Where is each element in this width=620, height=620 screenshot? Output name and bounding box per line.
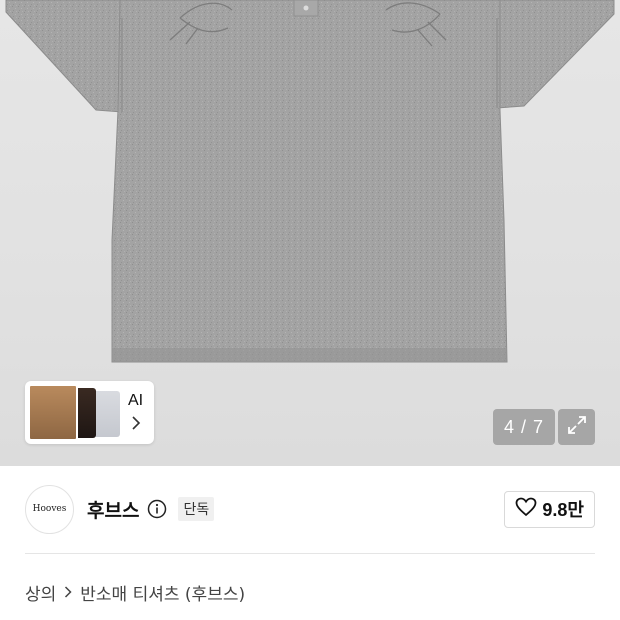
product-image-gallery[interactable]: AI 4 / 7 [0,0,620,466]
breadcrumb-item-subcategory[interactable]: 반소매 티셔츠 (후브스) [80,580,245,605]
ai-thumbnail-1 [28,384,78,441]
info-icon[interactable] [147,499,167,519]
ai-styling-card[interactable]: AI [25,381,154,444]
brand-row: Hooves 후브스 단독 9.8만 [25,484,595,534]
like-count: 9.8만 [542,500,584,520]
heart-icon [515,497,537,521]
chevron-right-icon [64,584,72,602]
brand-logo-text: Hooves [32,504,67,514]
expand-icon [566,414,588,440]
ai-label: AI [128,392,144,409]
image-counter: 4 / 7 [493,409,555,445]
brand-logo[interactable]: Hooves [25,484,74,534]
breadcrumb-item-category[interactable]: 상의 [25,580,56,605]
brand-name[interactable]: 후브스 [87,496,139,523]
expand-button[interactable] [558,409,595,445]
like-button[interactable]: 9.8만 [504,490,595,528]
exclusive-badge: 단독 [178,497,215,521]
breadcrumb: 상의 반소매 티셔츠 (후브스) [25,580,245,605]
divider [25,553,595,554]
ai-thumbnails [28,384,120,441]
chevron-right-icon [131,416,141,433]
